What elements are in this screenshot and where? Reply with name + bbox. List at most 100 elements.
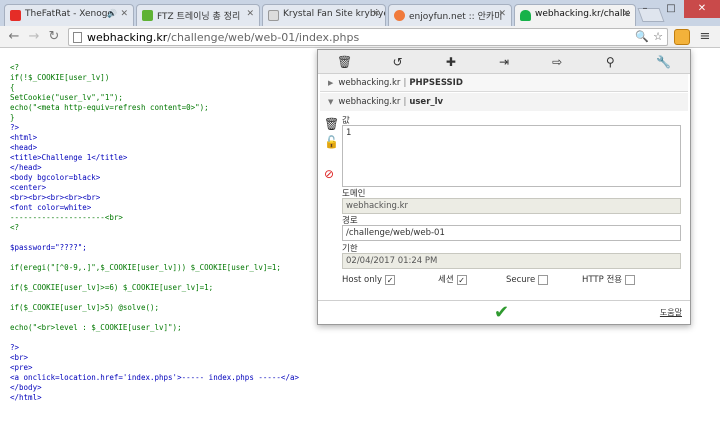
code-line: <br> (10, 353, 29, 362)
value-field[interactable]: 1 (342, 125, 681, 187)
site-favicon-icon (394, 10, 405, 21)
tab-title: webhacking.kr/challe (535, 9, 631, 19)
browser-toolbar: ← → ↻ webhacking.kr/challenge/web/web-01… (0, 26, 720, 48)
zoom-icon[interactable]: 🔍 (635, 30, 649, 43)
delete-cookie-icon[interactable]: 🗑 (324, 117, 339, 131)
tab-webhacking[interactable]: webhacking.kr/challe ✕ (514, 4, 636, 26)
code-line: } (10, 113, 15, 122)
trash-icon[interactable]: 🗑 (318, 50, 371, 73)
code-line: if(!$_COOKIE[user_lv]) (10, 73, 110, 82)
cookie-toolbar: 🗑 ↺ ✚ ⇥ ⇨ ⚲ 🔧 (318, 50, 690, 74)
cookie-row-user-lv[interactable]: ▼ webhacking.kr | user_lv (320, 93, 688, 111)
window-controls: – □ ✕ (632, 0, 720, 18)
settings-icon[interactable]: 🔧 (637, 50, 690, 73)
code-line: <a onclick=location.href='index.phps'>--… (10, 373, 299, 382)
unlock-icon[interactable]: 🔓 (324, 135, 339, 149)
maximize-button[interactable]: □ (658, 0, 684, 18)
add-icon[interactable]: ✚ (424, 50, 477, 73)
block-icon[interactable]: ⊘ (324, 167, 338, 181)
tab-ftz[interactable]: FTZ 트레이닝 총 정리 ✕ (136, 4, 260, 26)
close-icon[interactable]: ✕ (498, 9, 506, 19)
tab-title: Krystal Fan Site krybiye (283, 9, 386, 19)
close-window-button[interactable]: ✕ (684, 0, 720, 18)
code-line: <body bgcolor=black> (10, 173, 101, 182)
close-icon[interactable]: ✕ (622, 9, 630, 19)
reload-icon[interactable]: ↻ (46, 29, 62, 45)
tab-title: FTZ 트레이닝 총 정리 (157, 12, 241, 22)
code-line: <html> (10, 133, 38, 142)
help-link[interactable]: 도움말 (660, 307, 682, 318)
bookmark-star-icon[interactable]: ☆ (653, 30, 663, 43)
code-line: ---------------------<br> (10, 213, 123, 222)
search-icon[interactable]: ⚲ (584, 50, 637, 73)
code-line: if(eregi("[^0-9,.]",$_COOKIE[user_lv])) … (10, 263, 281, 272)
code-line: <? (10, 63, 20, 72)
code-line: <pre> (10, 363, 33, 372)
minimize-button[interactable]: – (632, 0, 658, 18)
cookie-row-phpsessid[interactable]: ▶ webhacking.kr | PHPSESSID (320, 74, 688, 92)
expires-field: 02/04/2017 01:24 PM (342, 253, 681, 269)
cookie-editor-footer: ✔ 도움말 (318, 300, 690, 324)
code-line: <center> (10, 183, 47, 192)
host-only-checkbox[interactable]: Host only ✓ (342, 274, 396, 286)
secure-checkbox[interactable]: Secure (506, 274, 549, 286)
cookie-editor-popup: 🗑 ↺ ✚ ⇥ ⇨ ⚲ 🔧 ▶ webhacking.kr | PHPSESSID ▼… (317, 49, 691, 325)
close-icon[interactable]: ✕ (120, 9, 128, 19)
address-bar[interactable]: webhacking.kr/challenge/web/web-01/index… (68, 28, 668, 46)
close-icon[interactable]: ✕ (372, 9, 380, 19)
youtube-icon (10, 10, 21, 21)
checkmark-icon[interactable]: ✓ (385, 275, 396, 285)
code-line: $password="????"; (10, 243, 87, 252)
code-line: <? (10, 223, 20, 232)
export-icon[interactable]: ⇨ (531, 50, 584, 73)
back-icon[interactable]: ← (6, 29, 22, 45)
code-line: ?> (10, 123, 20, 132)
code-line: <br><br><br><br><br> (10, 193, 101, 202)
code-line: echo("<meta http-equiv=refresh content=0… (10, 103, 209, 112)
tab-krystal[interactable]: Krystal Fan Site krybiye ✕ (262, 4, 386, 26)
tab-thefatrat[interactable]: TheFatRat - Xenoge 🔊 ✕ (4, 4, 134, 26)
speaker-icon[interactable]: 🔊 (107, 9, 117, 18)
forward-icon[interactable]: → (26, 29, 42, 45)
session-checkbox[interactable]: 세션 ✓ (438, 274, 467, 286)
code-line: if($_COOKIE[user_lv]>5) @solve(); (10, 303, 160, 312)
path-field[interactable]: /challenge/web/web-01 (342, 225, 681, 241)
save-checkmark-icon[interactable]: ✔ (494, 303, 509, 323)
close-icon[interactable]: ✕ (246, 9, 254, 19)
menu-icon[interactable]: ≡ (698, 29, 712, 44)
url-text[interactable]: webhacking.kr/challenge/web/web-01/index… (87, 30, 359, 45)
code-line: echo("<br>level : $_COOKIE[user_lv]"); (10, 323, 182, 332)
code-line: <title>Challenge 1</title> (10, 153, 128, 162)
code-line: SetCookie("user_lv","1"); (10, 93, 123, 102)
domain-field: webhacking.kr (342, 198, 681, 214)
tab-enjoyfun[interactable]: enjoyfun.net :: 안카미 ✕ (388, 4, 512, 26)
code-line: ?> (10, 343, 20, 352)
http-only-checkbox[interactable]: HTTP 전용 (582, 274, 636, 286)
tab-strip: TheFatRat - Xenoge 🔊 ✕ FTZ 트레이닝 총 정리 ✕ K… (0, 0, 720, 26)
undo-icon[interactable]: ↺ (371, 50, 424, 73)
tab-title: TheFatRat - Xenoge (25, 9, 113, 19)
code-line: { (10, 83, 15, 92)
collapse-arrow-icon: ▶ (328, 79, 334, 87)
cookie-extension-icon[interactable] (674, 29, 690, 45)
code-line: <head> (10, 143, 38, 152)
page-icon (268, 10, 279, 21)
site-favicon-icon (142, 10, 153, 21)
code-line: </body> (10, 383, 42, 392)
code-line: <font color=white> (10, 203, 92, 212)
import-icon[interactable]: ⇥ (477, 50, 530, 73)
code-line: </head> (10, 163, 42, 172)
webhacking-icon (520, 10, 531, 21)
page-icon (73, 32, 82, 43)
tab-title: enjoyfun.net :: 안카미 (409, 12, 503, 22)
code-line: </html> (10, 393, 42, 402)
checkmark-icon[interactable]: ✓ (456, 275, 467, 285)
source-code: <? if(!$_COOKIE[user_lv]){SetCookie("user… (10, 63, 299, 403)
cookie-flags: Host only ✓ 세션 ✓ Secure HTTP 전용 (342, 274, 682, 288)
